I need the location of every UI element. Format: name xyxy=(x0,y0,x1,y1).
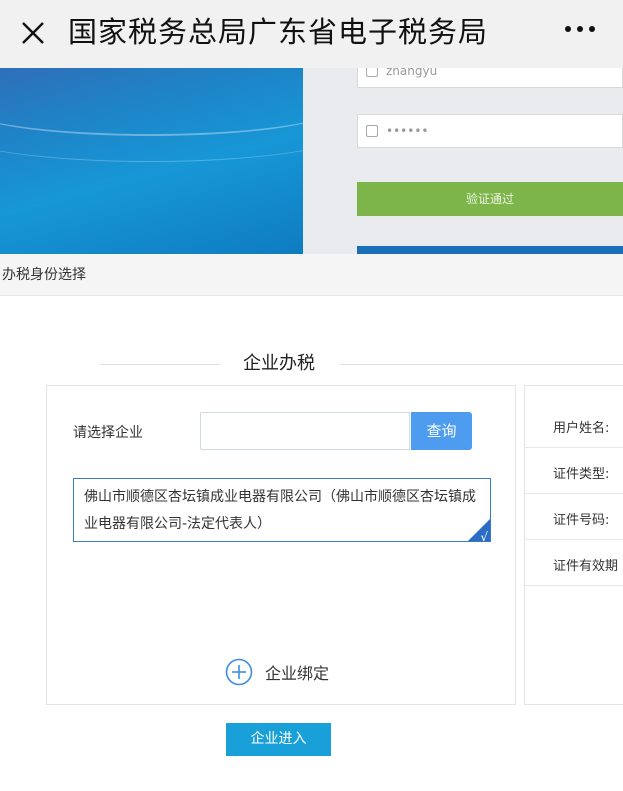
info-row-id-number: 证件号码: xyxy=(525,494,623,540)
plus-circle-icon xyxy=(225,658,253,686)
close-button[interactable] xyxy=(18,18,48,48)
select-enterprise-label: 请选择企业 xyxy=(73,425,143,441)
info-label: 证件号码: xyxy=(553,513,610,528)
password-value: •••••• xyxy=(386,124,429,138)
background-login-page: zhangyu •••••• 验证通过 xyxy=(0,68,623,254)
section-heading: 企业办税 xyxy=(0,352,623,376)
more-icon xyxy=(565,26,571,32)
username-value: zhangyu xyxy=(386,68,438,78)
company-item-text: 佛山市顺德区杏坛镇成业电器有限公司（佛山市顺德区杏坛镇成业电器有限公司-法定代表… xyxy=(84,489,476,532)
company-list-item[interactable]: 佛山市顺德区杏坛镇成业电器有限公司（佛山市顺德区杏坛镇成业电器有限公司-法定代表… xyxy=(73,478,491,542)
enterprise-search-input[interactable] xyxy=(200,412,410,450)
verify-button[interactable]: 验证通过 xyxy=(357,182,623,216)
checkmark-icon: √ xyxy=(480,530,488,542)
divider-left xyxy=(100,364,220,365)
section-title: 企业办税 xyxy=(243,353,315,374)
dialog-header: 办税身份选择 xyxy=(0,254,623,296)
dialog-title: 办税身份选择 xyxy=(2,267,86,283)
login-button[interactable] xyxy=(357,246,623,254)
info-row-name: 用户姓名: xyxy=(525,402,623,448)
lock-icon xyxy=(366,125,378,137)
close-icon xyxy=(22,22,44,44)
top-nav-bar: 国家税务总局广东省电子税务局 xyxy=(0,0,623,68)
enterprise-enter-button[interactable]: 企业进入 xyxy=(226,723,331,756)
background-banner-image xyxy=(0,68,303,254)
bind-enterprise-label: 企业绑定 xyxy=(265,664,330,683)
username-field[interactable]: zhangyu xyxy=(357,68,623,88)
user-icon xyxy=(366,68,378,77)
info-label: 证件有效期 xyxy=(553,559,619,574)
info-row-id-validity: 证件有效期 xyxy=(525,540,623,586)
enterprise-select-panel: 请选择企业 查询 佛山市顺德区杏坛镇成业电器有限公司（佛山市顺德区杏坛镇成业电器… xyxy=(46,385,516,705)
login-panel xyxy=(303,68,623,254)
app-title: 国家税务总局广东省电子税务局 xyxy=(68,15,489,49)
bind-enterprise-button[interactable]: 企业绑定 xyxy=(225,658,329,686)
user-info-panel: 用户姓名: 证件类型: 证件号码: 证件有效期 xyxy=(524,385,623,705)
more-button[interactable] xyxy=(565,26,595,32)
info-row-id-type: 证件类型: xyxy=(525,448,623,494)
search-button[interactable]: 查询 xyxy=(411,412,472,450)
password-field[interactable]: •••••• xyxy=(357,114,623,148)
info-label: 用户姓名: xyxy=(553,421,610,436)
info-label: 证件类型: xyxy=(553,467,610,482)
divider-right xyxy=(340,364,623,365)
